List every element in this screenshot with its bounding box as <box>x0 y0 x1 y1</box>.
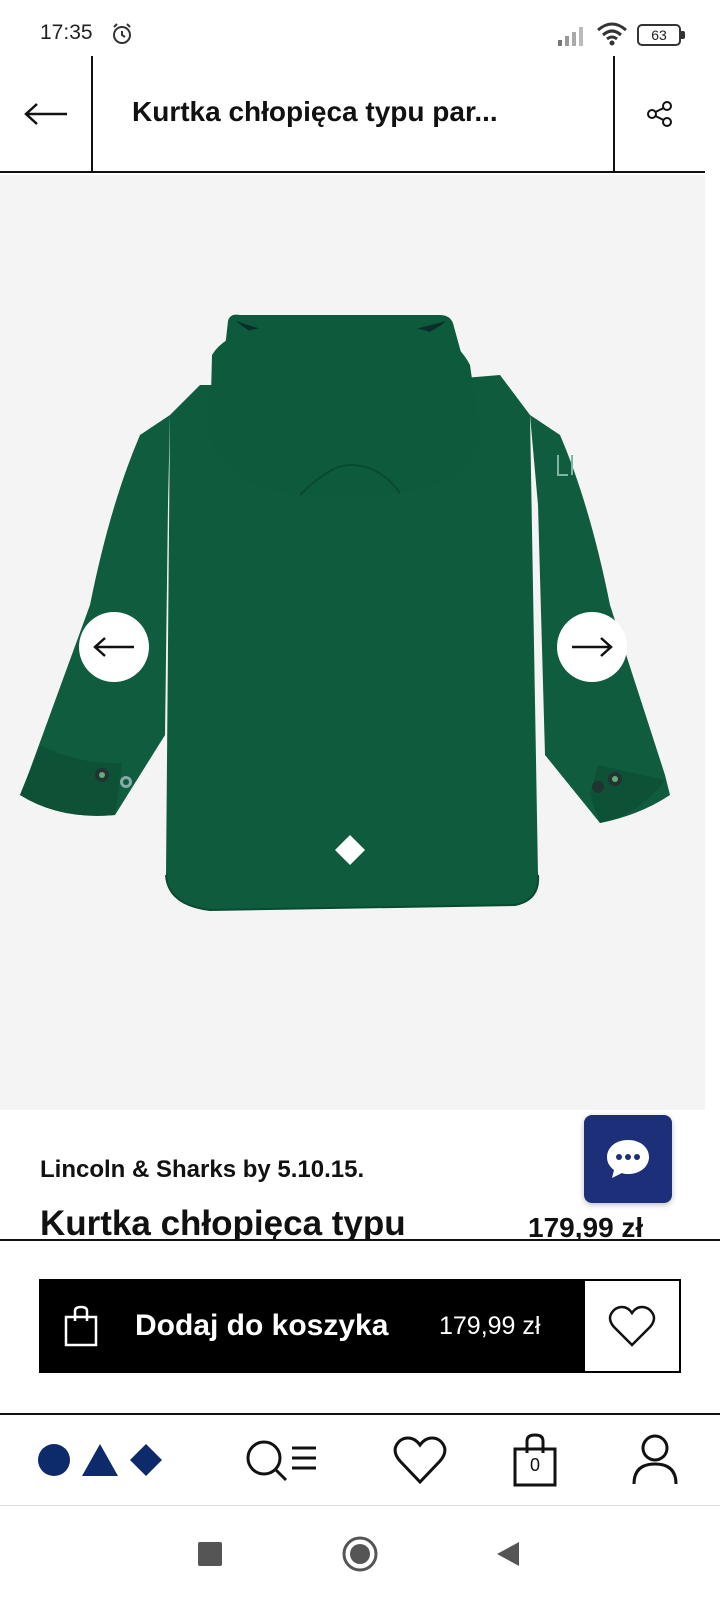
gallery-next-button[interactable] <box>557 612 627 682</box>
product-price: 179,99 zł <box>528 1212 644 1239</box>
back-button[interactable] <box>0 56 92 171</box>
wifi-icon <box>597 22 627 46</box>
product-title-row: Kurtka chłopięca typu 179,99 zł <box>0 1196 705 1239</box>
square-icon <box>198 1542 222 1566</box>
chat-bubble-icon <box>607 1140 649 1178</box>
nav-home[interactable] <box>30 1415 170 1505</box>
signal-icon <box>558 27 583 46</box>
share-button[interactable] <box>615 56 705 171</box>
shopping-bag-icon <box>64 1305 98 1347</box>
status-bar: 17:35 63 <box>0 0 720 56</box>
nav-favorites[interactable] <box>375 1415 465 1505</box>
divider <box>0 1239 720 1241</box>
nav-account[interactable] <box>610 1415 700 1505</box>
search-menu-icon <box>246 1440 316 1482</box>
heart-icon <box>393 1436 447 1484</box>
back-system-button[interactable] <box>488 1534 528 1574</box>
system-navigation-bar <box>0 1506 720 1600</box>
status-time: 17:35 <box>40 21 93 44</box>
arrow-left-icon <box>93 637 134 657</box>
recents-button[interactable] <box>190 1534 230 1574</box>
nav-cart[interactable]: 0 <box>490 1415 580 1505</box>
share-icon <box>647 100 672 127</box>
arrow-right-icon <box>572 637 613 657</box>
bottom-navigation: 0 <box>0 1413 720 1506</box>
home-button[interactable] <box>340 1534 380 1574</box>
product-image-gallery[interactable] <box>0 175 705 1110</box>
header-divider <box>91 56 93 171</box>
battery-level: 63 <box>637 24 681 46</box>
nav-search[interactable] <box>236 1415 326 1505</box>
chat-button[interactable] <box>584 1115 672 1203</box>
top-app-bar: Kurtka chłopięca typu par... <box>0 56 705 173</box>
cart-count-badge: 0 <box>529 1455 540 1475</box>
product-name: Kurtka chłopięca typu <box>40 1204 406 1239</box>
add-to-favorites-button[interactable] <box>585 1279 681 1373</box>
alarm-icon <box>113 23 131 44</box>
user-icon <box>632 1434 678 1485</box>
add-to-cart-label: Dodaj do koszyka <box>135 1309 389 1342</box>
circle-icon <box>342 1536 378 1572</box>
add-to-cart-button[interactable]: Dodaj do koszyka 179,99 zł <box>39 1279 586 1373</box>
gallery-prev-button[interactable] <box>79 612 149 682</box>
arrow-left-icon <box>24 102 67 125</box>
triangle-back-icon <box>497 1542 519 1566</box>
page-title: Kurtka chłopięca typu par... <box>132 96 498 127</box>
brand-logo-icon <box>38 1444 162 1476</box>
add-to-cart-price: 179,99 zł <box>439 1312 541 1340</box>
product-brand[interactable]: Lincoln & Sharks by 5.10.15. <box>40 1156 364 1184</box>
battery-icon: 63 <box>637 24 685 46</box>
heart-icon <box>608 1305 656 1347</box>
